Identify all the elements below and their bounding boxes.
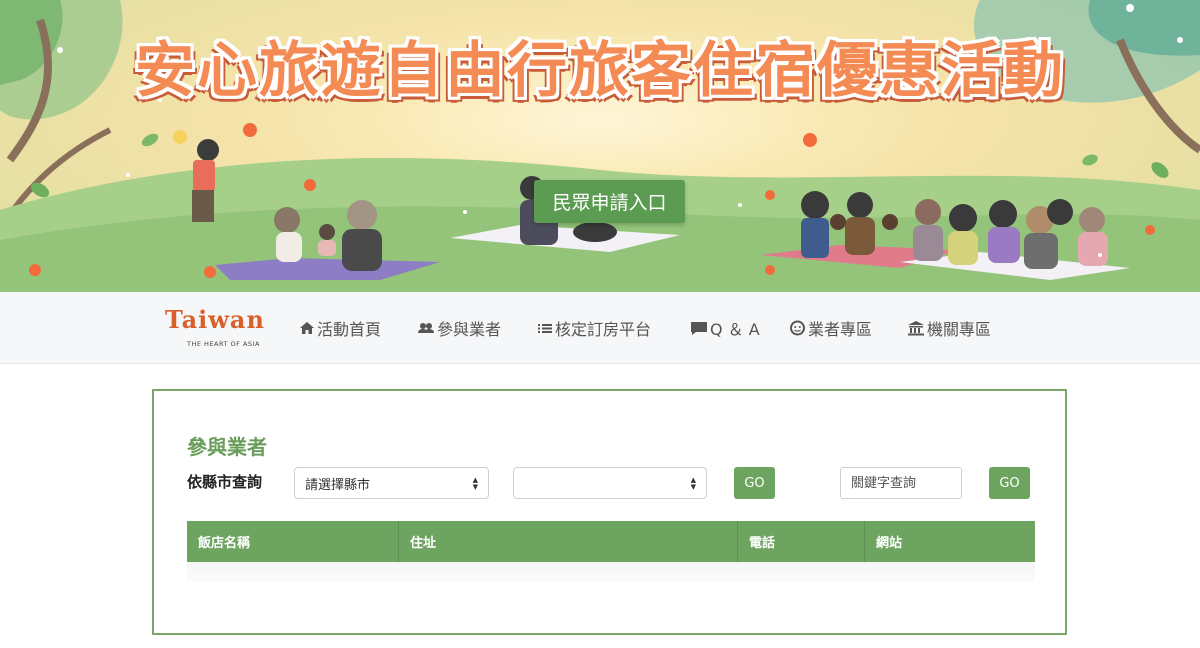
nav-item-home[interactable]: 活動首頁 (299, 316, 381, 340)
district-select[interactable]: ▲ ▼ (513, 467, 707, 499)
col-phone: 電話 (738, 521, 865, 562)
public-apply-button[interactable]: 民眾申請入口 (534, 180, 685, 223)
home-icon (300, 322, 314, 334)
county-select-value: 請選擇縣市 (305, 477, 371, 493)
col-hotel-name: 飯店名稱 (187, 521, 399, 562)
banner-title: 安心旅遊自由行旅客住宿優惠活動 (135, 36, 1065, 106)
chat-icon (691, 322, 707, 335)
county-go-button[interactable]: GO (734, 467, 775, 499)
select-arrows-icon: ▲ ▼ (472, 476, 478, 491)
keyword-go-button[interactable]: GO (989, 467, 1030, 499)
select-arrows-icon: ▲ ▼ (690, 476, 696, 491)
filter-label: 依縣市查詢 (187, 473, 263, 491)
list-icon (538, 324, 552, 333)
nav-item-label: 業者專區 (808, 320, 873, 339)
county-select[interactable]: 請選擇縣市 ▲ ▼ (294, 467, 489, 499)
hotel-table: 飯店名稱 住址 電話 網站 (187, 521, 1035, 582)
participants-panel: 參與業者 依縣市查詢 請選擇縣市 ▲▼ ▲▼ GO GO 飯店名稱 住址 電話 … (152, 389, 1067, 635)
nav-item-participants[interactable]: 參與業者 (417, 316, 501, 340)
col-address: 住址 (399, 521, 738, 562)
taiwan-logo[interactable]: Taiwan THE HEART OF ASIA (165, 306, 275, 350)
institution-icon (908, 321, 924, 336)
table-header: 飯店名稱 住址 電話 網站 (187, 521, 1035, 562)
face-icon (790, 320, 805, 336)
main-nav: Taiwan THE HEART OF ASIA 活動首頁 參與業者 核定訂房平… (0, 292, 1200, 364)
col-website: 網站 (876, 536, 903, 551)
nav-item-agencies[interactable]: 機關專區 (907, 316, 991, 340)
nav-item-label: 參與業者 (437, 320, 502, 339)
nav-item-operators[interactable]: 業者專區 (789, 316, 872, 340)
logo-tagline: THE HEART OF ASIA (187, 340, 260, 348)
logo-word: Taiwan (165, 305, 265, 334)
nav-item-label: Q ＆ A (710, 320, 760, 339)
nav-item-label: 機關專區 (927, 320, 992, 339)
hero-banner: 安心旅遊自由行旅客住宿優惠活動 民眾申請入口 (0, 0, 1200, 292)
section-title: 參與業者 (187, 435, 267, 459)
nav-item-label: 核定訂房平台 (555, 320, 652, 339)
keyword-search-input[interactable] (840, 467, 962, 499)
users-icon (418, 323, 434, 333)
nav-item-platforms[interactable]: 核定訂房平台 (537, 316, 651, 340)
table-body (187, 562, 1035, 582)
nav-item-label: 活動首頁 (317, 320, 382, 339)
nav-item-qa[interactable]: Q ＆ A (690, 316, 760, 340)
